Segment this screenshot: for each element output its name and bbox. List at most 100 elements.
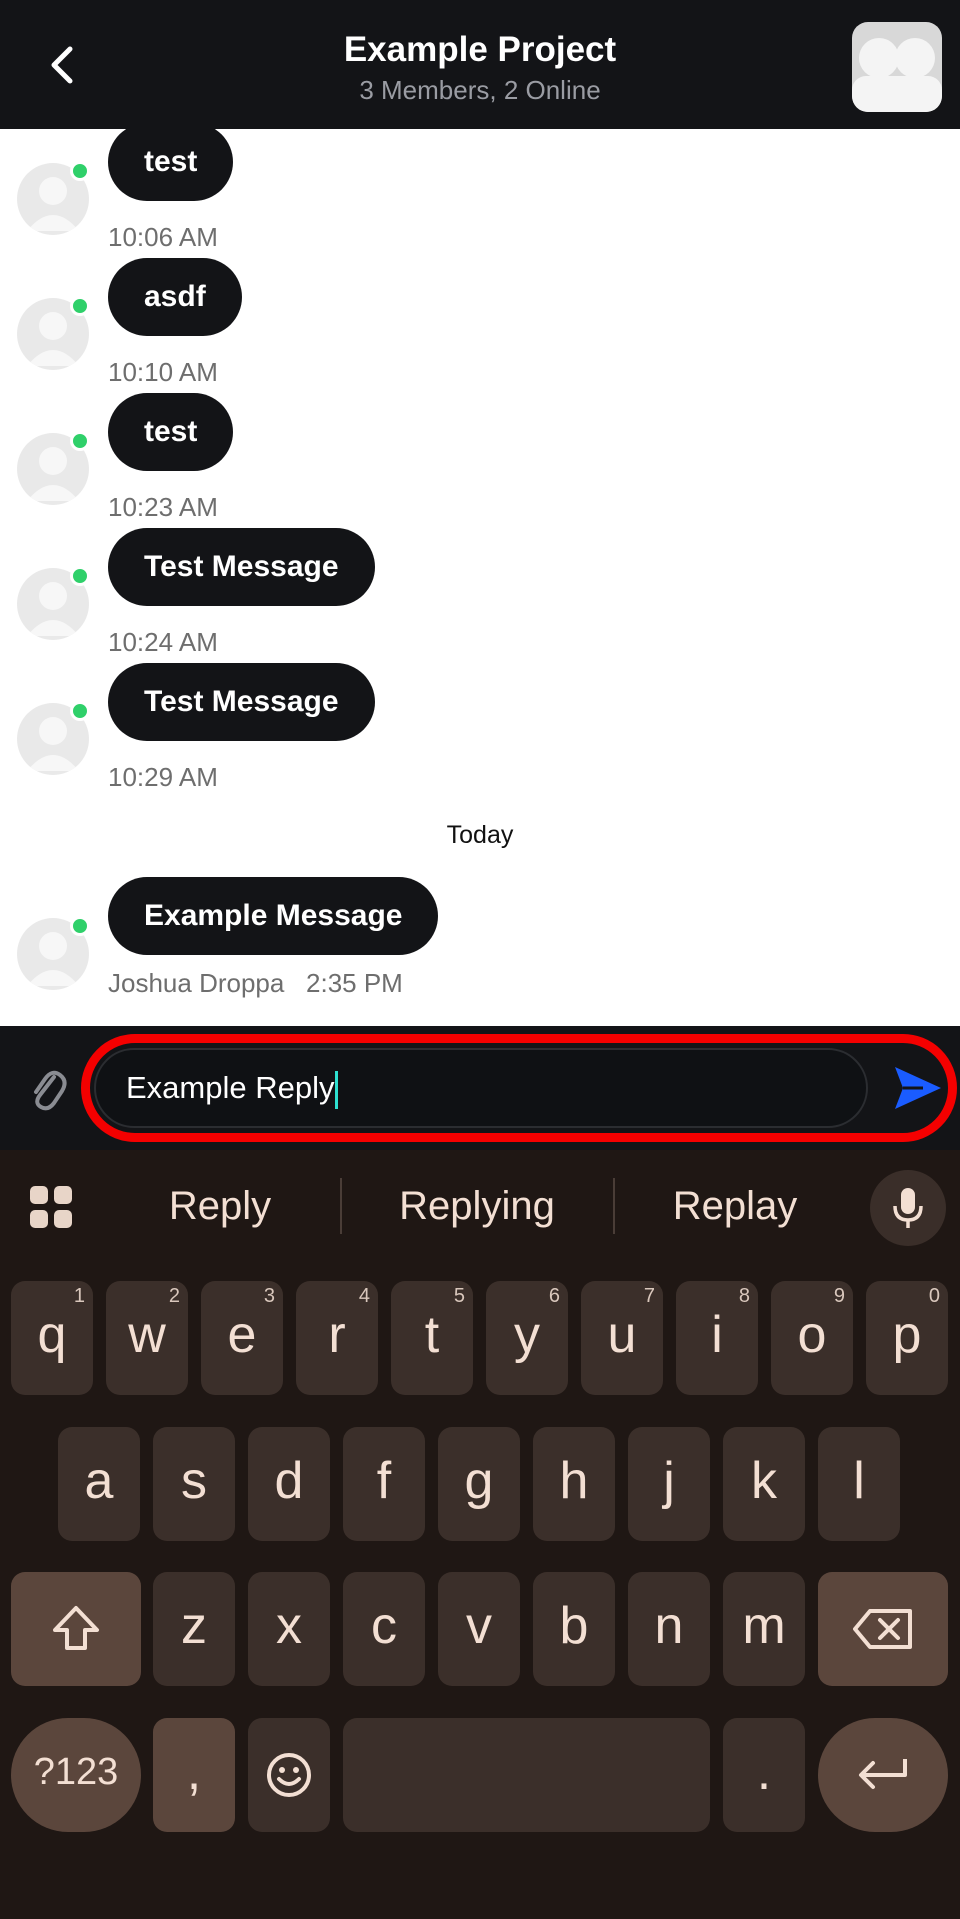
group-avatar-icon[interactable] <box>852 22 942 112</box>
key-y[interactable]: y6 <box>486 1281 568 1395</box>
online-indicator <box>70 431 90 451</box>
key-hint: 4 <box>358 1285 370 1307</box>
key-hint: 8 <box>738 1285 750 1307</box>
key-p[interactable]: p0 <box>866 1281 948 1395</box>
chat-title: Example Project <box>343 30 617 69</box>
key-l[interactable]: l <box>818 1427 900 1541</box>
message-bubble[interactable]: Test Message <box>108 663 375 741</box>
sender-name: Joshua Droppa <box>108 968 285 998</box>
message-time: 10:29 AM <box>108 762 218 792</box>
members-status: 3 Members, 2 Online <box>359 75 601 105</box>
message-input-value: Example Reply <box>126 1070 335 1105</box>
message-item: Test Message 10:24 AM <box>0 528 960 657</box>
message-input[interactable]: Example Reply <box>94 1048 868 1128</box>
key-a[interactable]: a <box>58 1427 140 1541</box>
key-label: e <box>227 1306 257 1364</box>
message-time: 10:06 AM <box>108 222 218 252</box>
emoji-icon <box>267 1753 311 1798</box>
apps-grid-icon[interactable] <box>28 1184 74 1230</box>
backspace-icon <box>853 1609 912 1650</box>
text-caret <box>335 1070 339 1109</box>
message-item: Test Message 10:29 AM <box>0 663 960 792</box>
key-label: u <box>607 1306 637 1364</box>
key-v[interactable]: v <box>438 1572 520 1686</box>
key-t[interactable]: t5 <box>391 1281 473 1395</box>
key-comma[interactable]: , <box>153 1718 235 1832</box>
chat-header: Example Project 3 Members, 2 Online <box>0 0 960 129</box>
key-o[interactable]: o9 <box>771 1281 853 1395</box>
space-key[interactable] <box>343 1718 710 1832</box>
key-label: o <box>797 1306 827 1364</box>
suggestion-item[interactable]: Replying <box>350 1178 604 1234</box>
attach-button[interactable] <box>24 1064 72 1114</box>
key-j[interactable]: j <box>628 1427 710 1541</box>
shift-key[interactable] <box>11 1572 141 1686</box>
key-label: i <box>711 1306 723 1364</box>
key-x[interactable]: x <box>248 1572 330 1686</box>
message-meta: Joshua Droppa 2:35 PM <box>108 967 403 999</box>
chevron-left-icon <box>51 46 73 84</box>
message-time: 10:24 AM <box>108 627 218 657</box>
key-c[interactable]: c <box>343 1572 425 1686</box>
key-label: y <box>514 1306 540 1364</box>
message-item: asdf 10:10 AM <box>0 258 960 387</box>
key-label: q <box>37 1306 67 1364</box>
key-hint: 7 <box>643 1285 655 1307</box>
key-hint: 0 <box>928 1285 940 1307</box>
key-label: w <box>128 1306 166 1364</box>
microphone-icon <box>893 1188 923 1228</box>
key-period[interactable]: . <box>723 1718 805 1832</box>
send-icon <box>895 1067 941 1109</box>
suggestion-divider <box>340 1178 342 1234</box>
key-q[interactable]: q1 <box>11 1281 93 1395</box>
microphone-button[interactable] <box>870 1170 946 1246</box>
key-h[interactable]: h <box>533 1427 615 1541</box>
key-b[interactable]: b <box>533 1572 615 1686</box>
message-bubble[interactable]: asdf <box>108 258 242 336</box>
key-g[interactable]: g <box>438 1427 520 1541</box>
key-r[interactable]: r4 <box>296 1281 378 1395</box>
key-w[interactable]: w2 <box>106 1281 188 1395</box>
message-time: 2:35 PM <box>306 968 403 998</box>
key-n[interactable]: n <box>628 1572 710 1686</box>
suggestion-strip: Reply Replying Replay <box>0 1150 960 1260</box>
key-hint: 9 <box>833 1285 845 1307</box>
paperclip-icon <box>34 1070 67 1111</box>
key-z[interactable]: z <box>153 1572 235 1686</box>
chat-title-block[interactable]: Example Project 3 Members, 2 Online <box>230 28 730 108</box>
key-hint: 3 <box>263 1285 275 1307</box>
enter-key[interactable] <box>818 1718 948 1832</box>
online-indicator <box>70 296 90 316</box>
key-label: p <box>892 1306 922 1364</box>
send-button[interactable] <box>892 1062 944 1114</box>
key-e[interactable]: e3 <box>201 1281 283 1395</box>
message-time: 10:10 AM <box>108 357 218 387</box>
message-time: 10:23 AM <box>108 492 218 522</box>
key-hint: 2 <box>168 1285 180 1307</box>
key-i[interactable]: i8 <box>676 1281 758 1395</box>
day-separator: Today <box>446 821 514 849</box>
message-bubble[interactable]: test <box>108 129 234 201</box>
key-f[interactable]: f <box>343 1427 425 1541</box>
online-indicator <box>70 566 90 586</box>
message-list[interactable]: test 10:06 AM asdf 10:10 AM test 10:23 A… <box>0 129 960 1026</box>
message-bubble[interactable]: Test Message <box>108 528 375 606</box>
key-m[interactable]: m <box>723 1572 805 1686</box>
back-button[interactable] <box>36 30 88 100</box>
message-item: test 10:23 AM <box>0 393 960 522</box>
emoji-key[interactable] <box>248 1718 330 1832</box>
message-bubble[interactable]: test <box>108 393 234 471</box>
suggestion-item[interactable]: Replay <box>625 1178 845 1234</box>
symbols-key[interactable]: ?123 <box>11 1718 141 1832</box>
backspace-key[interactable] <box>818 1572 948 1686</box>
message-item: test 10:06 AM <box>0 129 960 252</box>
key-k[interactable]: k <box>723 1427 805 1541</box>
key-label: r <box>328 1306 346 1364</box>
shift-icon <box>53 1606 99 1651</box>
key-label: t <box>424 1306 440 1364</box>
key-d[interactable]: d <box>248 1427 330 1541</box>
message-bubble[interactable]: Example Message <box>108 877 439 955</box>
key-s[interactable]: s <box>153 1427 235 1541</box>
key-u[interactable]: u7 <box>581 1281 663 1395</box>
suggestion-item[interactable]: Reply <box>110 1178 330 1234</box>
